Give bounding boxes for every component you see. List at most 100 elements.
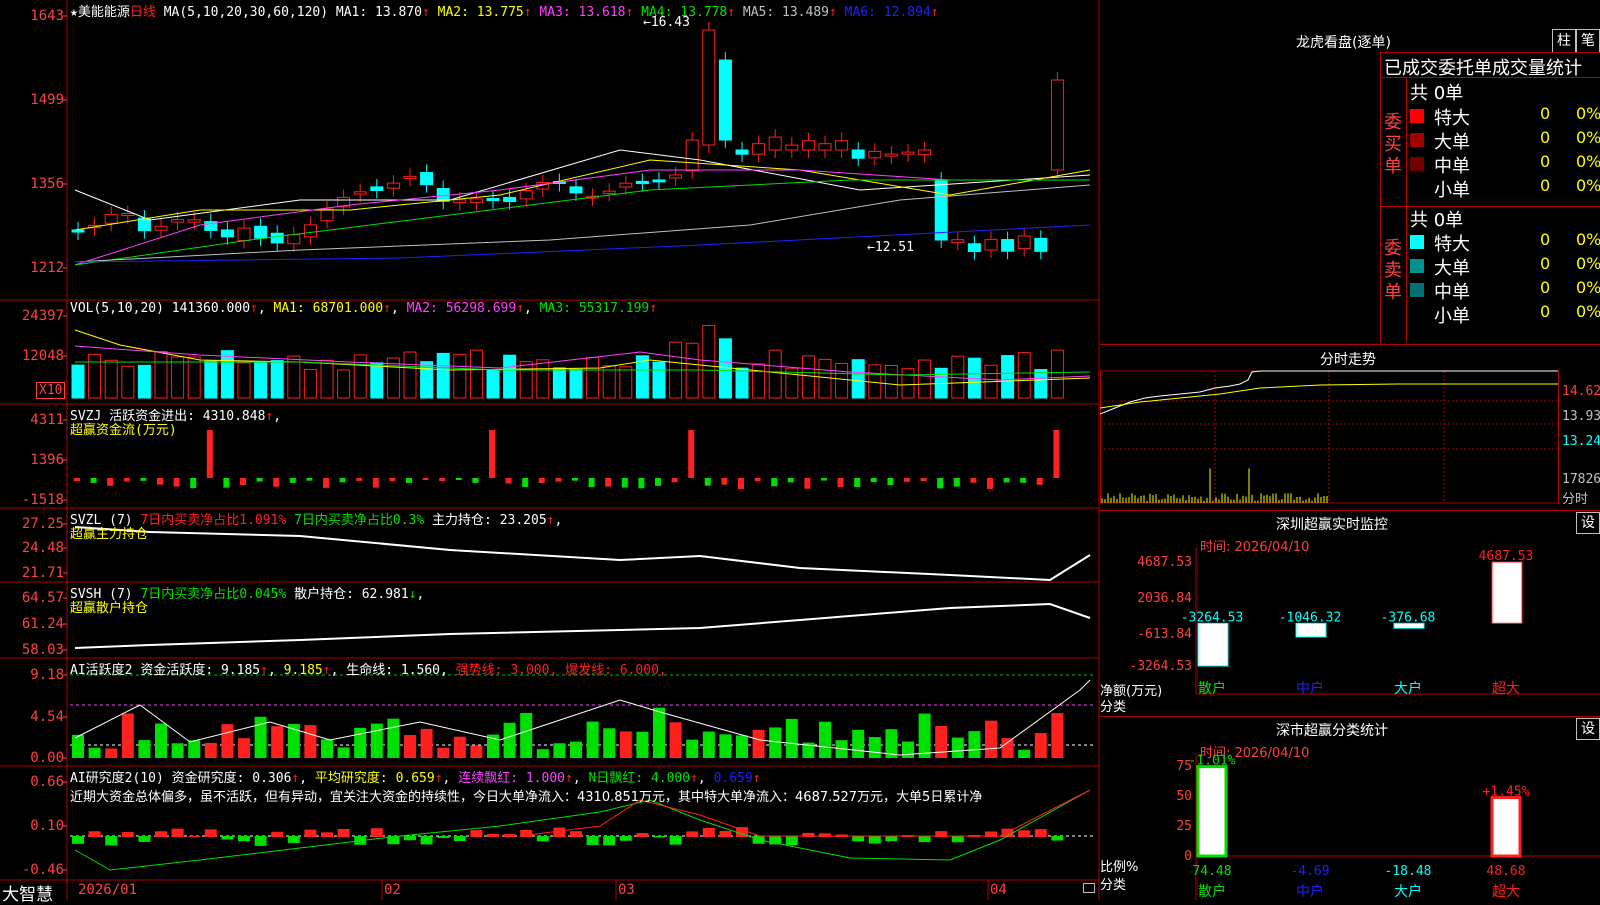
ai-research-bar [221, 836, 234, 840]
ma-header: MA(5,10,20,30,60,120) [163, 5, 329, 20]
monitor-chart: 4687.53 2036.84 -613.84 -3264.53 -3264.53 散户 -… [1129, 548, 1600, 697]
svzj-bar [273, 478, 280, 487]
monitor-settings-button[interactable]: 设 [1576, 512, 1600, 534]
volume-bar [835, 362, 849, 399]
volume-bar [303, 369, 317, 399]
volume-bar [801, 355, 815, 399]
classify-chart: 7550250-1.01%74.48散户-4.69中户-18.48大户+1.45… [1176, 754, 1600, 900]
candle [652, 179, 666, 183]
svzj-bar [306, 478, 313, 481]
order-count: 0 [1540, 128, 1551, 147]
ai-research-bar [686, 831, 699, 837]
svzj-bar [920, 478, 927, 482]
order-percent: 0% [1576, 302, 1600, 321]
svzj-bar [1053, 430, 1060, 478]
ai-research-red-value: 1.000 [525, 771, 565, 786]
svzj-bar [356, 478, 363, 481]
svzj-bar [406, 478, 412, 483]
candle [1050, 79, 1064, 171]
order-type: 大单 [1434, 132, 1470, 153]
ai-research-bar [619, 836, 632, 841]
period-label[interactable]: 日线 [130, 5, 156, 20]
order-percent: 0% [1576, 128, 1600, 147]
ai-active-bar [619, 731, 632, 758]
ai-research-bar [138, 836, 151, 842]
candle [1001, 239, 1015, 252]
order-count: 0 [1540, 278, 1551, 297]
svzj-bar [1020, 478, 1027, 483]
ai-research-nred-label: N日飘红: [588, 771, 644, 786]
order-row: 中单 0 0% [1410, 278, 1600, 303]
svzj-bar [704, 478, 711, 486]
ai-active-strong: 强势线: 3.000, [455, 663, 558, 678]
ai-research-axis-label: 0.66 [30, 774, 64, 790]
ai-research-bar [702, 827, 715, 837]
ai-active-bar [570, 741, 582, 758]
ai-research-header: AI研究度2(10) 资金研究度: 0.306↑, 平均研究度: 0.659↑,… [70, 771, 761, 786]
volume-bar [204, 360, 218, 399]
lock-icon[interactable] [1083, 883, 1095, 893]
svzj-bar [223, 478, 230, 488]
price-axis-label: 1212 [30, 260, 64, 276]
svzj-bar [854, 478, 861, 488]
classify-change-label: -1.01% [1189, 754, 1236, 769]
ai-active-bar [653, 707, 665, 758]
ai-research-last: 0.659 [713, 771, 753, 786]
candle [320, 208, 334, 222]
ai-active-bar [437, 747, 450, 758]
ai-active-bar [1051, 713, 1064, 758]
tick-view-button[interactable]: 笔 [1576, 29, 1600, 53]
volume-bar [237, 362, 251, 399]
order-row: 小单 0 0% [1410, 302, 1600, 327]
ai-active-bar [271, 726, 284, 758]
svzj-bar [754, 478, 761, 482]
ai-research-bar [321, 832, 333, 837]
column-view-button[interactable]: 柱 [1552, 29, 1576, 53]
monitor-axis-label: -3264.53 [1129, 659, 1192, 674]
volume-bar [586, 356, 600, 399]
candle [967, 243, 981, 252]
star-icon[interactable]: ★ [70, 5, 78, 20]
sell-total: 共 0单 [1410, 210, 1464, 231]
intraday-axis-label: 13.24 [1562, 434, 1600, 449]
classify-settings-button[interactable]: 设 [1576, 718, 1600, 740]
svzj-axis-label: -1518 [21, 492, 64, 508]
ai-research-bar [570, 831, 582, 837]
volume-bar [884, 365, 898, 399]
volume-bar [702, 324, 716, 399]
volume-bar [254, 362, 268, 399]
high-marker: ←16.43 [643, 15, 690, 30]
ai-active-bar [736, 735, 748, 758]
price-axis-label: 1499 [30, 92, 64, 108]
order-type: 小单 [1434, 306, 1470, 327]
volume-bar [918, 359, 932, 399]
volume-bar [154, 350, 168, 399]
svzj-bar [721, 478, 728, 485]
ai-active-bar [935, 726, 948, 758]
svzj-bar [671, 478, 678, 483]
volume-bar [469, 349, 483, 399]
stock-name: 美能能源 [77, 5, 130, 20]
price-axis-label: 1643 [30, 8, 64, 24]
svzj-bar [621, 478, 628, 488]
volume-bar [320, 359, 334, 399]
svzj-bar [90, 478, 97, 483]
ai-active-bar [321, 739, 333, 758]
classify-axis-label: 25 [1176, 819, 1192, 834]
volume-bar [1034, 369, 1048, 399]
ai-research-bar [88, 831, 101, 837]
order-row: 中单 0 0% [1410, 152, 1600, 177]
volume-bar [88, 353, 102, 399]
monitor-category-label: 散户 [1198, 680, 1226, 697]
ai-research-bar [868, 836, 881, 844]
svzj-bar [821, 478, 827, 481]
candle [835, 140, 849, 151]
svzj-bar [439, 478, 446, 482]
right-panel: 龙虎看盘(逐单) 柱 笔 已成交委托单成交量统计 委买单 共 0单 特大 0 0% 大… [1100, 0, 1600, 900]
ai-research-bar [453, 836, 466, 841]
classify-axis-label: 0 [1184, 849, 1192, 864]
ai-active-bar [1018, 749, 1031, 758]
candle [503, 196, 517, 203]
ai-active-bar [105, 748, 118, 758]
ai-research-bar [437, 836, 450, 838]
